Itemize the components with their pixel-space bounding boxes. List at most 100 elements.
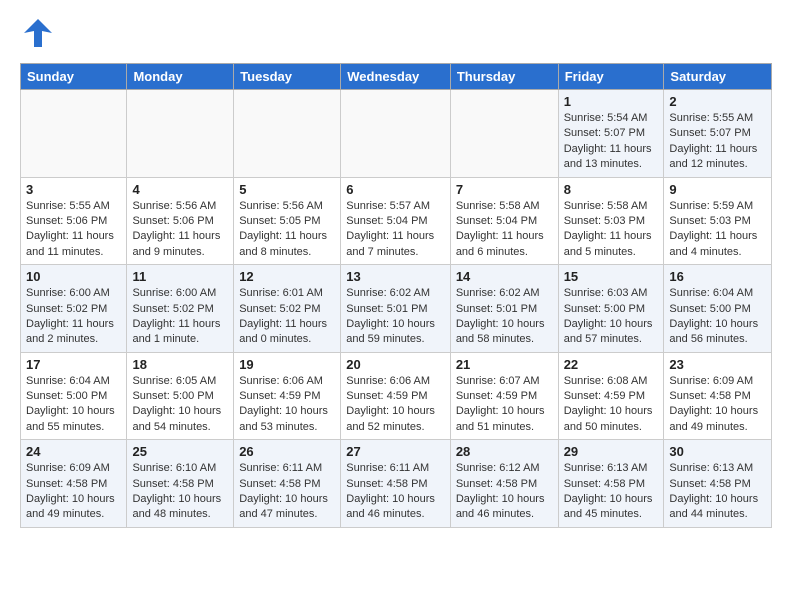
calendar-cell: [127, 90, 234, 178]
weekday-header-friday: Friday: [558, 64, 664, 90]
day-info: Sunrise: 6:13 AM Sunset: 4:58 PM Dayligh…: [669, 461, 766, 523]
weekday-header-tuesday: Tuesday: [234, 64, 341, 90]
day-number: 12: [239, 269, 335, 284]
day-number: 18: [132, 357, 228, 372]
day-number: 14: [456, 269, 553, 284]
calendar-cell: 23 Sunrise: 6:09 AM Sunset: 4:58 PM Dayli…: [664, 352, 772, 440]
day-number: 13: [346, 269, 445, 284]
calendar-cell: [341, 90, 451, 178]
day-info: Sunrise: 6:02 AM Sunset: 5:01 PM Dayligh…: [456, 286, 553, 348]
calendar-cell: 8 Sunrise: 5:58 AM Sunset: 5:03 PM Daylig…: [558, 177, 664, 265]
day-number: 28: [456, 444, 553, 459]
calendar-cell: [21, 90, 127, 178]
day-number: 29: [564, 444, 659, 459]
day-info: Sunrise: 6:08 AM Sunset: 4:59 PM Dayligh…: [564, 374, 659, 436]
day-info: Sunrise: 5:58 AM Sunset: 5:04 PM Dayligh…: [456, 199, 553, 261]
calendar-cell: 6 Sunrise: 5:57 AM Sunset: 5:04 PM Daylig…: [341, 177, 451, 265]
calendar-cell: 5 Sunrise: 5:56 AM Sunset: 5:05 PM Daylig…: [234, 177, 341, 265]
day-info: Sunrise: 5:58 AM Sunset: 5:03 PM Dayligh…: [564, 199, 659, 261]
day-number: 1: [564, 94, 659, 109]
day-info: Sunrise: 6:04 AM Sunset: 5:00 PM Dayligh…: [26, 374, 121, 436]
weekday-header-sunday: Sunday: [21, 64, 127, 90]
day-number: 5: [239, 182, 335, 197]
day-number: 30: [669, 444, 766, 459]
calendar-cell: 25 Sunrise: 6:10 AM Sunset: 4:58 PM Dayli…: [127, 440, 234, 528]
day-number: 11: [132, 269, 228, 284]
calendar-cell: 15Sunrise: 6:03 AM Sunset: 5:00 PM Dayli…: [558, 265, 664, 353]
calendar-cell: 9 Sunrise: 5:59 AM Sunset: 5:03 PM Daylig…: [664, 177, 772, 265]
day-info: Sunrise: 6:12 AM Sunset: 4:58 PM Dayligh…: [456, 461, 553, 523]
calendar-cell: 10 Sunrise: 6:00 AM Sunset: 5:02 PM Dayli…: [21, 265, 127, 353]
day-number: 7: [456, 182, 553, 197]
day-number: 24: [26, 444, 121, 459]
calendar-cell: 17 Sunrise: 6:04 AM Sunset: 5:00 PM Dayli…: [21, 352, 127, 440]
logo: [20, 15, 56, 58]
day-number: 23: [669, 357, 766, 372]
day-number: 20: [346, 357, 445, 372]
day-info: Sunrise: 5:55 AM Sunset: 5:07 PM Dayligh…: [669, 111, 766, 173]
calendar-cell: 20Sunrise: 6:06 AM Sunset: 4:59 PM Dayli…: [341, 352, 451, 440]
calendar-week-row: 1 Sunrise: 5:54 AM Sunset: 5:07 PM Daylig…: [21, 90, 772, 178]
calendar-week-row: 24 Sunrise: 6:09 AM Sunset: 4:58 PM Dayli…: [21, 440, 772, 528]
day-info: Sunrise: 6:00 AM Sunset: 5:02 PM Dayligh…: [26, 286, 121, 348]
day-info: Sunrise: 5:56 AM Sunset: 5:05 PM Dayligh…: [239, 199, 335, 261]
day-info: Sunrise: 6:01 AM Sunset: 5:02 PM Dayligh…: [239, 286, 335, 348]
calendar-cell: [234, 90, 341, 178]
calendar-cell: 1 Sunrise: 5:54 AM Sunset: 5:07 PM Daylig…: [558, 90, 664, 178]
day-number: 19: [239, 357, 335, 372]
calendar-cell: 29 Sunrise: 6:13 AM Sunset: 4:58 PM Dayli…: [558, 440, 664, 528]
weekday-header-monday: Monday: [127, 64, 234, 90]
day-info: Sunrise: 6:00 AM Sunset: 5:02 PM Dayligh…: [132, 286, 228, 348]
calendar-cell: 2 Sunrise: 5:55 AM Sunset: 5:07 PM Daylig…: [664, 90, 772, 178]
day-number: 3: [26, 182, 121, 197]
day-number: 21: [456, 357, 553, 372]
weekday-header-wednesday: Wednesday: [341, 64, 451, 90]
calendar-cell: 22 Sunrise: 6:08 AM Sunset: 4:59 PM Dayli…: [558, 352, 664, 440]
day-number: 8: [564, 182, 659, 197]
calendar-cell: 19 Sunrise: 6:06 AM Sunset: 4:59 PM Dayli…: [234, 352, 341, 440]
calendar-cell: [450, 90, 558, 178]
day-info: Sunrise: 6:07 AM Sunset: 4:59 PM Dayligh…: [456, 374, 553, 436]
day-number: 10: [26, 269, 121, 284]
day-number: 4: [132, 182, 228, 197]
day-number: 6: [346, 182, 445, 197]
day-number: 9: [669, 182, 766, 197]
calendar-cell: 7 Sunrise: 5:58 AM Sunset: 5:04 PM Daylig…: [450, 177, 558, 265]
calendar-cell: 30 Sunrise: 6:13 AM Sunset: 4:58 PM Dayli…: [664, 440, 772, 528]
calendar-cell: 28 Sunrise: 6:12 AM Sunset: 4:58 PM Dayli…: [450, 440, 558, 528]
day-info: Sunrise: 5:56 AM Sunset: 5:06 PM Dayligh…: [132, 199, 228, 261]
day-info: Sunrise: 6:03 AM Sunset: 5:00 PM Dayligh…: [564, 286, 659, 348]
calendar-cell: 11 Sunrise: 6:00 AM Sunset: 5:02 PM Dayli…: [127, 265, 234, 353]
calendar-cell: 16Sunrise: 6:04 AM Sunset: 5:00 PM Dayli…: [664, 265, 772, 353]
day-info: Sunrise: 6:09 AM Sunset: 4:58 PM Dayligh…: [26, 461, 121, 523]
day-number: 17: [26, 357, 121, 372]
calendar-cell: 14 Sunrise: 6:02 AM Sunset: 5:01 PM Dayli…: [450, 265, 558, 353]
calendar-cell: 3 Sunrise: 5:55 AM Sunset: 5:06 PM Daylig…: [21, 177, 127, 265]
day-info: Sunrise: 6:13 AM Sunset: 4:58 PM Dayligh…: [564, 461, 659, 523]
calendar-cell: 4 Sunrise: 5:56 AM Sunset: 5:06 PM Daylig…: [127, 177, 234, 265]
day-number: 25: [132, 444, 228, 459]
day-info: Sunrise: 5:59 AM Sunset: 5:03 PM Dayligh…: [669, 199, 766, 261]
calendar-week-row: 17 Sunrise: 6:04 AM Sunset: 5:00 PM Dayli…: [21, 352, 772, 440]
weekday-header-saturday: Saturday: [664, 64, 772, 90]
logo-icon: [20, 15, 56, 58]
calendar-week-row: 10 Sunrise: 6:00 AM Sunset: 5:02 PM Dayli…: [21, 265, 772, 353]
day-number: 2: [669, 94, 766, 109]
calendar-cell: 24 Sunrise: 6:09 AM Sunset: 4:58 PM Dayli…: [21, 440, 127, 528]
day-info: Sunrise: 5:55 AM Sunset: 5:06 PM Dayligh…: [26, 199, 121, 261]
day-number: 16: [669, 269, 766, 284]
day-info: Sunrise: 6:06 AM Sunset: 4:59 PM Dayligh…: [239, 374, 335, 436]
day-number: 22: [564, 357, 659, 372]
weekday-header-thursday: Thursday: [450, 64, 558, 90]
day-info: Sunrise: 6:11 AM Sunset: 4:58 PM Dayligh…: [239, 461, 335, 523]
calendar-cell: 12 Sunrise: 6:01 AM Sunset: 5:02 PM Dayli…: [234, 265, 341, 353]
calendar-cell: 27Sunrise: 6:11 AM Sunset: 4:58 PM Dayli…: [341, 440, 451, 528]
day-info: Sunrise: 5:54 AM Sunset: 5:07 PM Dayligh…: [564, 111, 659, 173]
calendar-table: SundayMondayTuesdayWednesdayThursdayFrid…: [20, 63, 772, 528]
day-number: 26: [239, 444, 335, 459]
day-number: 27: [346, 444, 445, 459]
day-info: Sunrise: 6:10 AM Sunset: 4:58 PM Dayligh…: [132, 461, 228, 523]
day-info: Sunrise: 6:05 AM Sunset: 5:00 PM Dayligh…: [132, 374, 228, 436]
day-info: Sunrise: 5:57 AM Sunset: 5:04 PM Dayligh…: [346, 199, 445, 261]
day-info: Sunrise: 6:09 AM Sunset: 4:58 PM Dayligh…: [669, 374, 766, 436]
